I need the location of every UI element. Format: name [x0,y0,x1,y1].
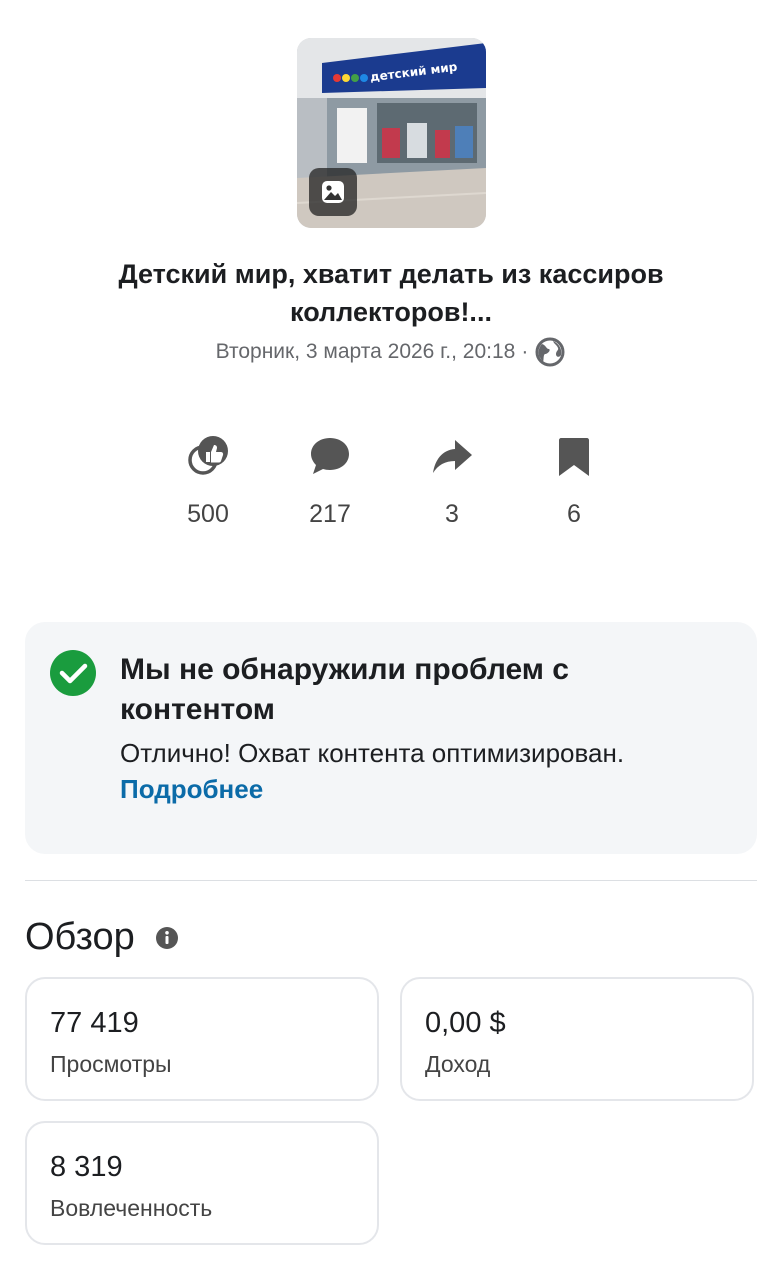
notice-body: Отлично! Охват контента оптимизирован. [120,738,625,768]
meta-separator: · [521,340,529,363]
stat-shares[interactable]: 3 [412,430,492,529]
shares-count: 3 [445,500,459,528]
post-date: Вторник, 3 марта 2026 г., 20:18 [215,340,516,363]
content-status-notice: Мы не обнаружили проблем с контентом Отл… [25,622,757,854]
bookmark-icon [559,438,589,476]
comments-count: 217 [309,500,351,528]
reactions-count: 500 [187,500,229,528]
globe-icon [535,337,565,367]
saves-count: 6 [567,500,581,528]
share-icon [433,440,472,473]
stat-saves[interactable]: 6 [534,430,614,529]
post-thumbnail[interactable]: детский мир [297,38,486,228]
notice-title: Мы не обнаружили проблем с контентом [120,653,569,726]
check-circle-icon [50,650,96,696]
income-value: 0,00 $ [425,1007,506,1039]
comment-icon [311,438,349,474]
info-icon[interactable] [155,926,179,950]
photo-type-icon [309,168,357,216]
stat-reactions[interactable]: 500 [168,430,248,529]
income-card[interactable]: 0,00 $ Доход [400,977,754,1101]
engagement-value: 8 319 [50,1151,123,1183]
section-divider [25,880,757,881]
views-value: 77 419 [50,1007,139,1039]
views-card[interactable]: 77 419 Просмотры [25,977,379,1101]
overview-title: Обзор [25,916,135,958]
income-label: Доход [425,1051,491,1077]
stat-comments[interactable]: 217 [290,430,370,529]
learn-more-link[interactable]: Подробнее [120,771,263,807]
post-title: Детский мир, хватит делать из кассиров к… [118,259,664,327]
post-stats: 500 217 3 6 [0,430,782,540]
engagement-label: Вовлеченность [50,1195,213,1221]
post-meta: Вторник, 3 марта 2026 г., 20:18 · [0,336,782,368]
views-label: Просмотры [50,1051,172,1077]
reactions-icon [188,436,228,475]
engagement-card[interactable]: 8 319 Вовлеченность [25,1121,379,1245]
